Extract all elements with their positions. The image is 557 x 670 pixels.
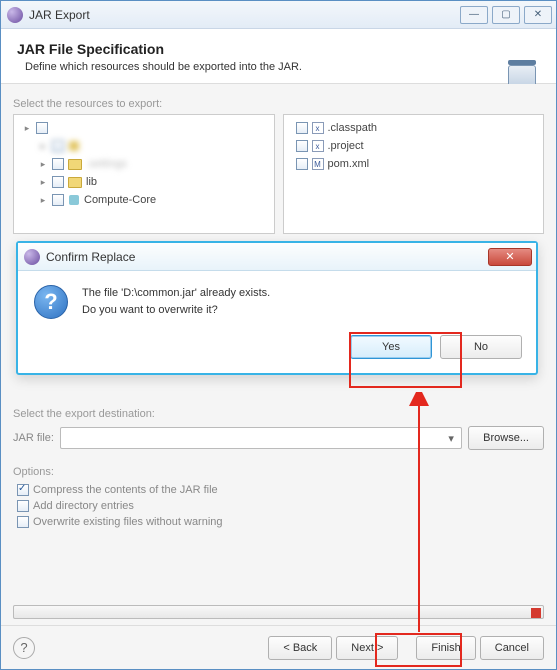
- status-badge: [531, 608, 541, 618]
- list-item[interactable]: x.project: [288, 137, 540, 155]
- resources-label: Select the resources to export:: [13, 98, 544, 110]
- close-window-button[interactable]: ✕: [524, 6, 552, 24]
- add-dir-option[interactable]: Add directory entries: [13, 498, 544, 514]
- browse-button[interactable]: Browse...: [468, 426, 544, 450]
- window-title: JAR Export: [29, 8, 456, 22]
- eclipse-icon: [7, 7, 23, 23]
- checkbox-icon: [17, 500, 29, 512]
- tree-row[interactable]: ▸: [18, 137, 270, 155]
- jar-file-combo[interactable]: ▾: [60, 427, 462, 449]
- progress-bar: [13, 605, 544, 619]
- chevron-down-icon[interactable]: ▾: [443, 432, 459, 445]
- options-label: Options:: [13, 466, 544, 478]
- dialog-close-button[interactable]: ✕: [488, 248, 532, 266]
- wizard-header: JAR File Specification Define which reso…: [1, 29, 556, 84]
- file-list-pane[interactable]: x.classpath x.project Mpom.xml: [283, 114, 545, 234]
- cancel-button[interactable]: Cancel: [480, 636, 544, 660]
- destination-label: Select the export destination:: [13, 408, 544, 420]
- tree-row[interactable]: ▸: [18, 119, 270, 137]
- dialog-title: Confirm Replace: [46, 250, 488, 264]
- checkbox-icon: [17, 484, 29, 496]
- tree-row[interactable]: ▸.settings: [18, 155, 270, 173]
- dialog-titlebar[interactable]: Confirm Replace ✕: [18, 243, 536, 271]
- back-button[interactable]: < Back: [268, 636, 332, 660]
- minimize-button[interactable]: —: [460, 6, 488, 24]
- maximize-button[interactable]: ▢: [492, 6, 520, 24]
- tree-row[interactable]: ▸Compute-Core: [18, 191, 270, 209]
- list-item[interactable]: x.classpath: [288, 119, 540, 137]
- no-button[interactable]: No: [440, 335, 522, 359]
- overwrite-option[interactable]: Overwrite existing files without warning: [13, 514, 544, 530]
- page-subtitle: Define which resources should be exporte…: [25, 61, 540, 73]
- compress-option[interactable]: Compress the contents of the JAR file: [13, 482, 544, 498]
- titlebar[interactable]: JAR Export — ▢ ✕: [1, 1, 556, 29]
- tree-row[interactable]: ▸lib: [18, 173, 270, 191]
- resource-tree-pane[interactable]: ▸ ▸ ▸.settings ▸lib ▸Compute-Core: [13, 114, 275, 234]
- finish-button[interactable]: Finish: [416, 636, 475, 660]
- list-item[interactable]: Mpom.xml: [288, 155, 540, 173]
- eclipse-icon: [24, 249, 40, 265]
- next-button[interactable]: Next >: [336, 636, 398, 660]
- checkbox-icon: [17, 516, 29, 528]
- jar-file-label: JAR file:: [13, 432, 54, 444]
- wizard-footer: ? < Back Next > Finish Cancel: [1, 625, 556, 669]
- yes-button[interactable]: Yes: [350, 335, 432, 359]
- confirm-replace-dialog: Confirm Replace ✕ ? The file 'D:\common.…: [16, 241, 538, 375]
- dialog-message: The file 'D:\common.jar' already exists.…: [82, 285, 270, 319]
- help-button[interactable]: ?: [13, 637, 35, 659]
- question-icon: ?: [34, 285, 68, 319]
- page-title: JAR File Specification: [17, 41, 540, 57]
